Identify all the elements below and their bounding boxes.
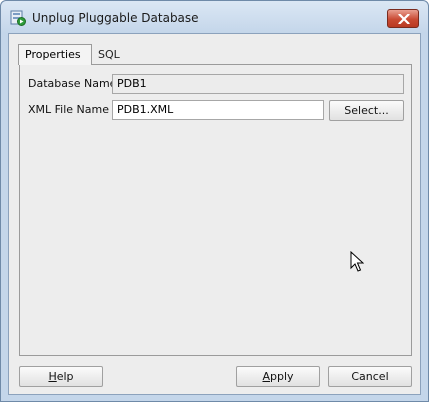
apply-mnemonic: A (262, 370, 270, 383)
window-title: Unplug Pluggable Database (32, 11, 199, 25)
close-icon (398, 14, 410, 24)
database-name-field: PDB1 (112, 74, 404, 94)
help-mnemonic: H (48, 370, 57, 383)
apply-button[interactable]: Apply (236, 366, 320, 387)
select-button[interactable]: Select... (329, 100, 404, 121)
pluggable-database-icon (10, 10, 26, 26)
apply-label-rest: pply (270, 370, 294, 383)
title-bar[interactable]: Unplug Pluggable Database (1, 1, 428, 33)
properties-panel: Database Name PDB1 XML File Name PDB1.XM… (19, 64, 412, 356)
database-name-label: Database Name (28, 77, 117, 90)
tab-sql[interactable]: SQL (92, 46, 132, 65)
dialog-client-area: Properties SQL Database Name PDB1 XML Fi… (8, 33, 421, 395)
help-button[interactable]: Help (19, 366, 103, 387)
dialog-window: Unplug Pluggable Database Properties SQL… (0, 0, 429, 402)
xml-file-name-label: XML File Name (28, 103, 110, 116)
help-label-rest: elp (56, 370, 74, 383)
mouse-pointer-icon (350, 250, 365, 276)
xml-file-name-input[interactable]: PDB1.XML (112, 100, 324, 120)
close-button[interactable] (387, 9, 419, 28)
tab-properties[interactable]: Properties (18, 44, 92, 65)
cancel-button[interactable]: Cancel (328, 366, 412, 387)
